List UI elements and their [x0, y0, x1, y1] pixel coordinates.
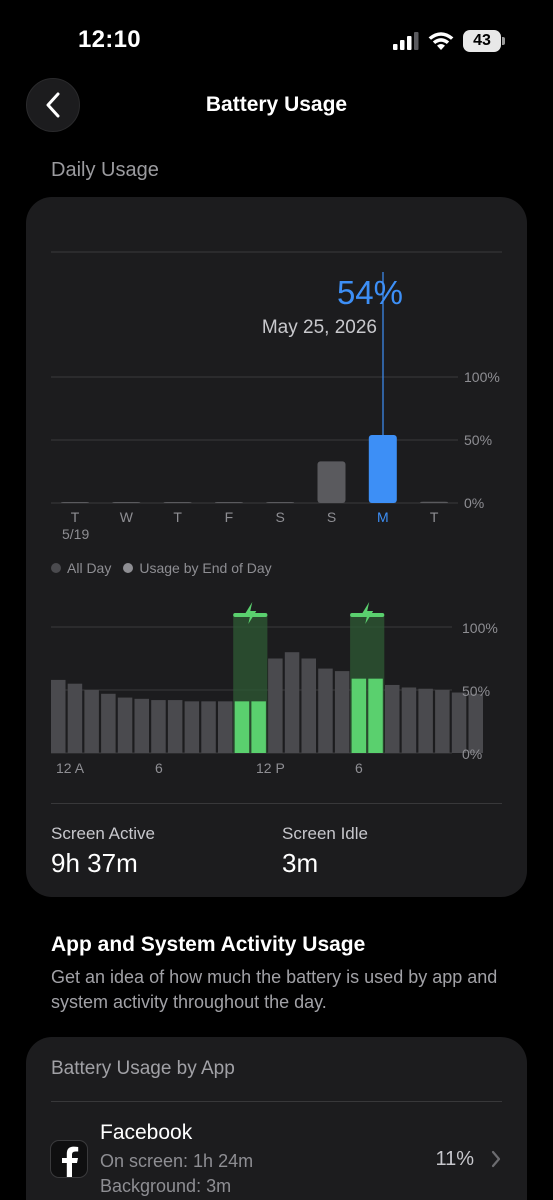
hourly-bar[interactable] [234, 701, 250, 753]
hourly-bar[interactable] [301, 658, 317, 754]
divider [51, 803, 502, 804]
hourly-bar[interactable] [418, 688, 433, 753]
hourly-bar[interactable] [268, 658, 283, 754]
hourly-bar[interactable] [134, 698, 150, 753]
daily-bar[interactable] [266, 502, 295, 503]
first-date-label: 5/19 [62, 526, 89, 542]
hourly-usage-chart[interactable]: 100% 50% 0% 12 A 6 12 P 6 [0, 590, 553, 790]
day-label: M [377, 509, 389, 525]
day-label: S [276, 509, 285, 525]
hourly-bar[interactable] [401, 687, 417, 753]
hour-label: 6 [355, 760, 363, 776]
day-label: T [430, 509, 439, 525]
day-label: T [173, 509, 182, 525]
chart-legend: All Day Usage by End of Day [51, 560, 272, 576]
hourly-bar[interactable] [318, 668, 333, 753]
daily-usage-chart[interactable]: 100%50%0% T W T F S S M T5/19 [0, 0, 553, 560]
screen-idle-value: 3m [282, 848, 319, 878]
y-tick-label: 100% [464, 369, 500, 385]
day-label: T [71, 509, 80, 525]
divider [51, 1101, 502, 1102]
daily-bar[interactable] [368, 434, 397, 503]
hourly-bar[interactable] [284, 652, 300, 753]
legend-dot-icon [123, 563, 134, 573]
hourly-bar[interactable] [368, 678, 383, 753]
hourly-bar[interactable] [351, 678, 367, 753]
app-background: Background: 3m [100, 1176, 232, 1196]
hourly-bar[interactable] [435, 690, 450, 753]
y-tick-label: 50% [464, 432, 492, 448]
legend-all-day-label: All Day [67, 560, 112, 576]
selected-usage-value: 54% [336, 274, 403, 311]
hourly-bar[interactable] [218, 701, 233, 753]
facebook-icon [50, 1140, 88, 1178]
hourly-bar[interactable] [117, 697, 133, 753]
daily-bar[interactable] [61, 502, 89, 503]
hourly-bar[interactable] [151, 700, 166, 753]
hour-label: 12 A [56, 760, 85, 776]
legend-all-day: All Day [51, 560, 111, 576]
legend-end-of-day: Usage by End of Day [123, 560, 272, 576]
hour-label: 12 P [256, 760, 285, 776]
app-percent: 11% [435, 1148, 474, 1170]
activity-description: Get an idea of how much the battery is u… [51, 967, 498, 1012]
y-tick-label: 100% [462, 620, 498, 636]
screen-idle-label: Screen Idle [282, 824, 368, 843]
hourly-bar[interactable] [451, 692, 467, 753]
screen-active-label: Screen Active [51, 824, 155, 843]
daily-bar[interactable] [214, 502, 243, 503]
hourly-bar[interactable] [251, 701, 266, 753]
app-on-screen: On screen: 1h 24m [100, 1151, 254, 1171]
day-label: W [120, 509, 134, 525]
hourly-bar[interactable] [101, 693, 116, 753]
hourly-bar[interactable] [67, 683, 83, 753]
daily-bar[interactable] [112, 502, 141, 503]
legend-end-of-day-label: Usage by End of Day [139, 560, 272, 576]
day-label: F [225, 509, 234, 525]
selected-date: May 25, 2026 [261, 317, 377, 338]
daily-bar[interactable] [317, 461, 346, 503]
hourly-bar[interactable] [201, 701, 216, 753]
hourly-bar[interactable] [184, 701, 200, 753]
hourly-bar[interactable] [51, 679, 66, 753]
daily-bar[interactable] [163, 502, 192, 503]
chevron-right-icon [491, 1150, 501, 1168]
activity-title: App and System Activity Usage [51, 933, 366, 956]
y-tick-label: 50% [462, 683, 490, 699]
app-card-title: Battery Usage by App [51, 1058, 235, 1079]
day-label: S [327, 509, 336, 525]
hourly-bar[interactable] [84, 690, 99, 753]
y-tick-label: 0% [464, 495, 484, 511]
hour-label: 6 [155, 760, 163, 776]
hourly-bar[interactable] [167, 700, 183, 753]
legend-dot-icon [51, 563, 61, 573]
screen-active-value: 9h 37m [51, 848, 138, 878]
hourly-bar[interactable] [385, 684, 400, 753]
hourly-bar[interactable] [468, 693, 484, 753]
app-name: Facebook [100, 1121, 193, 1144]
daily-bar[interactable] [420, 501, 449, 503]
hourly-bar[interactable] [334, 671, 350, 753]
y-tick-label: 0% [462, 746, 482, 762]
